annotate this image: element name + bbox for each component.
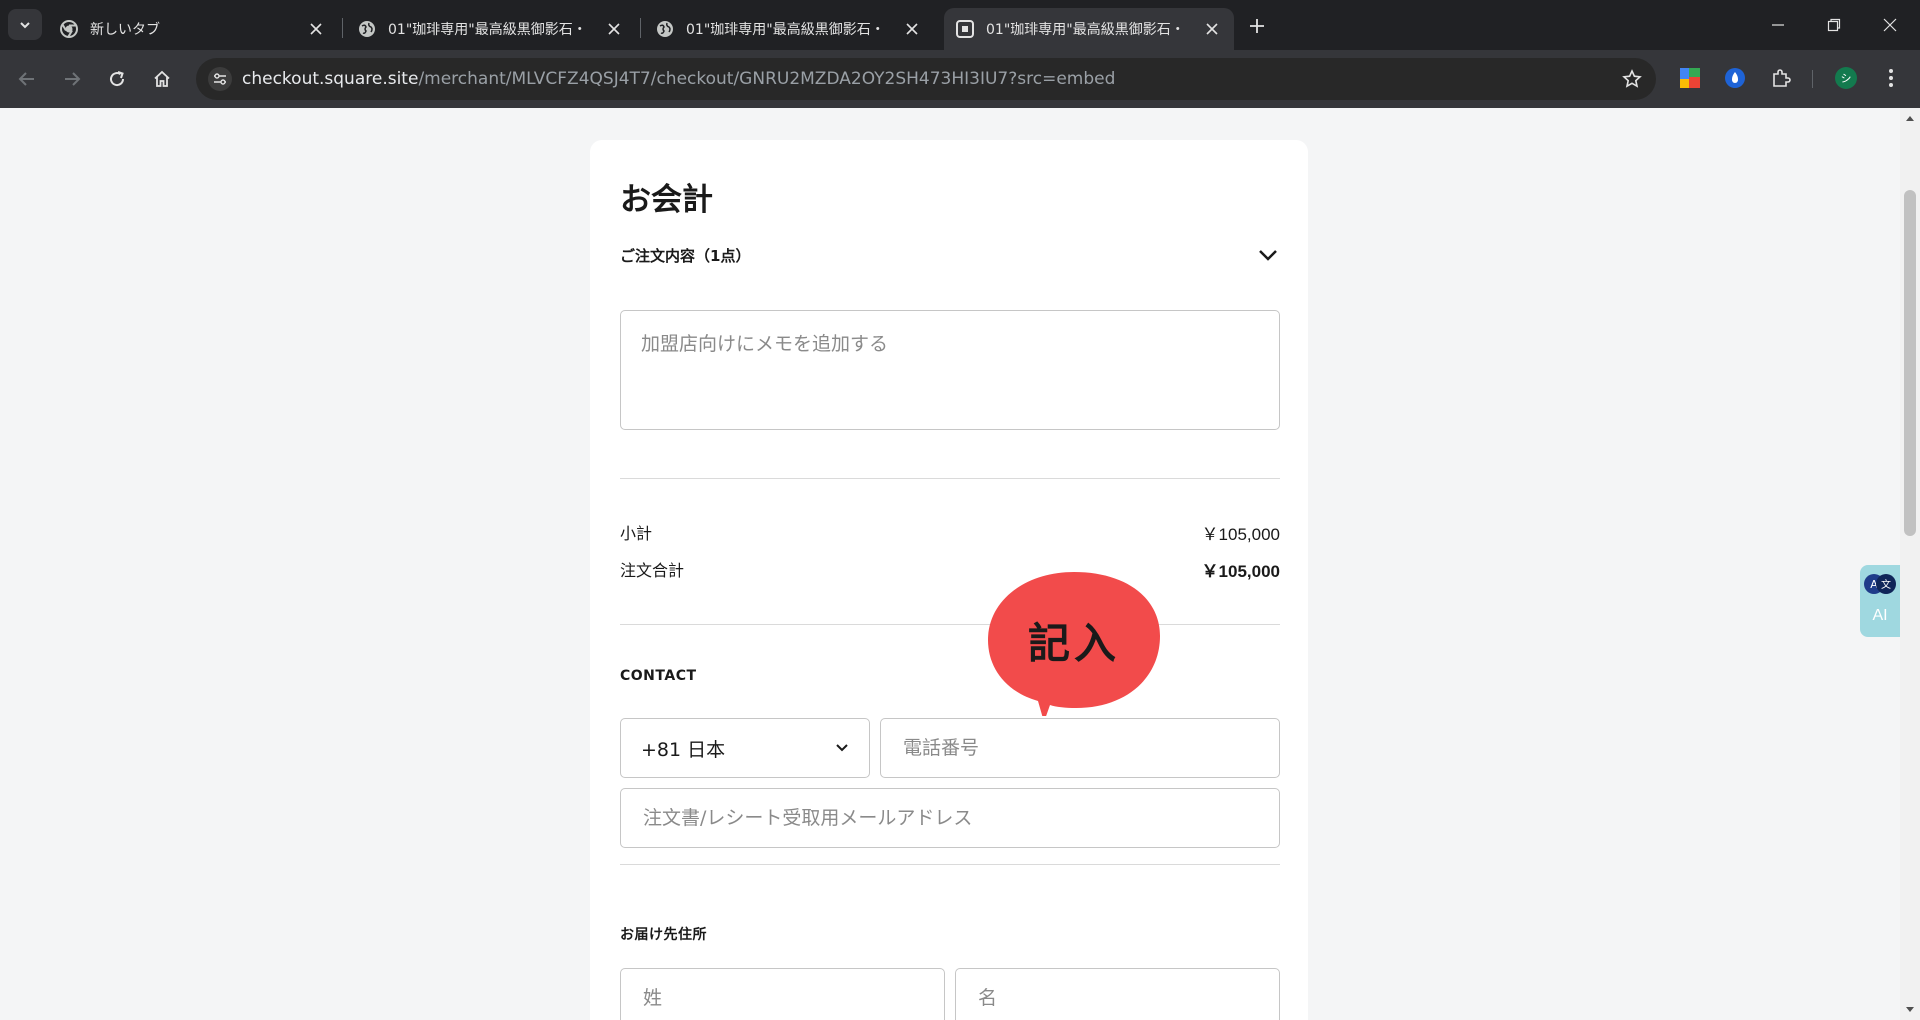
email-input[interactable] (620, 788, 1280, 848)
browser-toolbar: checkout.square.site/merchant/MLVCFZ4QSJ… (0, 50, 1920, 108)
restore-button[interactable] (1806, 0, 1862, 50)
restore-icon (1827, 18, 1841, 32)
annotation-text: 記入 (1027, 619, 1120, 668)
ai-translate-widget[interactable]: A 文 AI (1860, 565, 1900, 637)
page-scrollbar[interactable] (1900, 108, 1920, 1020)
arrow-right-icon (65, 72, 81, 86)
subtotal-value: ￥105,000 (1201, 525, 1280, 544)
site-settings-icon[interactable] (208, 67, 232, 91)
country-code-select[interactable]: +81 日本 (620, 718, 870, 778)
tab-checkout[interactable]: 01"珈琲専用"最高級黒御影石・ (944, 8, 1234, 50)
translate-icon: A 文 (1864, 574, 1896, 594)
checkout-card: お会計 ご注文内容（1点） 小計 ￥105,000 注文合計 ￥105,000 … (590, 140, 1308, 1020)
tab-title: 01"珈琲専用"最高級黒御影石・ (986, 22, 1185, 38)
close-icon (1883, 18, 1897, 32)
country-code-value: +81 日本 (641, 738, 726, 761)
subtotal-row: 小計 ￥105,000 (620, 520, 1280, 545)
tab-product-1[interactable]: 01"珈琲専用"最高級黒御影石・ (346, 8, 636, 50)
bookmark-star-icon[interactable] (1620, 67, 1644, 91)
plus-icon (1250, 19, 1264, 33)
close-icon[interactable] (1202, 19, 1222, 39)
total-label: 注文合計 (620, 561, 685, 580)
chrome-icon (60, 20, 78, 38)
tab-separator (342, 18, 343, 38)
divider (620, 478, 1280, 479)
page-viewport: お会計 ご注文内容（1点） 小計 ￥105,000 注文合計 ￥105,000 … (0, 108, 1900, 1020)
divider (620, 624, 1280, 625)
tab-search-button[interactable] (8, 9, 42, 40)
url-path: /merchant/MLVCFZ4QSJ4T7/checkout/GNRU2MZ… (418, 69, 1116, 89)
scroll-up-arrow-icon[interactable] (1900, 108, 1920, 128)
tab-product-2[interactable]: 01"珈琲専用"最高級黒御影石・ (644, 8, 934, 50)
close-icon[interactable] (604, 19, 624, 39)
chevron-down-icon (1259, 250, 1277, 261)
url-text[interactable]: checkout.square.site/merchant/MLVCFZ4QSJ… (242, 69, 1115, 89)
url-host: checkout.square.site (242, 69, 419, 89)
close-window-button[interactable] (1862, 0, 1918, 50)
back-button[interactable] (10, 62, 44, 96)
home-button[interactable] (145, 62, 179, 96)
address-bar[interactable]: checkout.square.site/merchant/MLVCFZ4QSJ… (196, 58, 1656, 100)
order-summary-label: ご注文内容（1点） (620, 246, 751, 265)
new-tab-button[interactable] (1243, 12, 1271, 40)
arrow-left-icon (18, 72, 34, 86)
dropper-extension-icon[interactable] (1722, 65, 1748, 91)
shipping-section-label: お届け先住所 (620, 927, 707, 943)
order-summary-toggle[interactable]: ご注文内容（1点） (620, 240, 1278, 270)
reload-icon (110, 71, 125, 87)
home-icon (154, 70, 170, 87)
total-row: 注文合計 ￥105,000 (620, 557, 1280, 582)
merchant-memo-input[interactable] (620, 310, 1280, 430)
svg-text:文: 文 (1881, 578, 1891, 591)
page-title: お会計 (620, 182, 713, 218)
reload-button[interactable] (100, 62, 134, 96)
scroll-down-arrow-icon[interactable] (1900, 1000, 1920, 1020)
tab-title: 01"珈琲専用"最高級黒御影石・ (388, 22, 587, 38)
close-icon[interactable] (306, 19, 326, 39)
google-translate-extension-icon[interactable] (1677, 65, 1703, 91)
phone-input[interactable] (880, 718, 1280, 778)
last-name-input[interactable] (620, 968, 945, 1020)
total-value: ￥105,000 (1201, 562, 1280, 581)
scroll-thumb[interactable] (1904, 190, 1916, 536)
close-icon[interactable] (902, 19, 922, 39)
ai-widget-label: AI (1872, 607, 1888, 624)
globe-icon (656, 20, 674, 38)
toolbar-separator (1812, 70, 1813, 88)
divider (620, 864, 1280, 865)
profile-avatar[interactable]: シ (1835, 67, 1857, 89)
first-name-input[interactable] (955, 968, 1280, 1020)
chevron-down-icon (836, 744, 848, 752)
square-icon (956, 20, 974, 38)
kebab-menu-icon[interactable] (1878, 65, 1904, 91)
minimize-icon (1772, 24, 1784, 26)
contact-section-label: CONTACT (620, 668, 697, 684)
globe-icon (358, 20, 376, 38)
tab-new-tab[interactable]: 新しいタブ (48, 8, 338, 50)
chevron-down-icon (20, 21, 30, 28)
tab-title: 新しいタブ (90, 22, 160, 38)
tab-bar: 新しいタブ 01"珈琲専用"最高級黒御影石・ 01"珈琲専用"最高級黒御影石・ … (0, 0, 1920, 50)
tab-separator (640, 18, 641, 38)
forward-button[interactable] (55, 62, 89, 96)
minimize-button[interactable] (1750, 0, 1806, 50)
subtotal-label: 小計 (620, 524, 653, 543)
tab-title: 01"珈琲専用"最高級黒御影石・ (686, 22, 885, 38)
extensions-puzzle-icon[interactable] (1768, 65, 1794, 91)
